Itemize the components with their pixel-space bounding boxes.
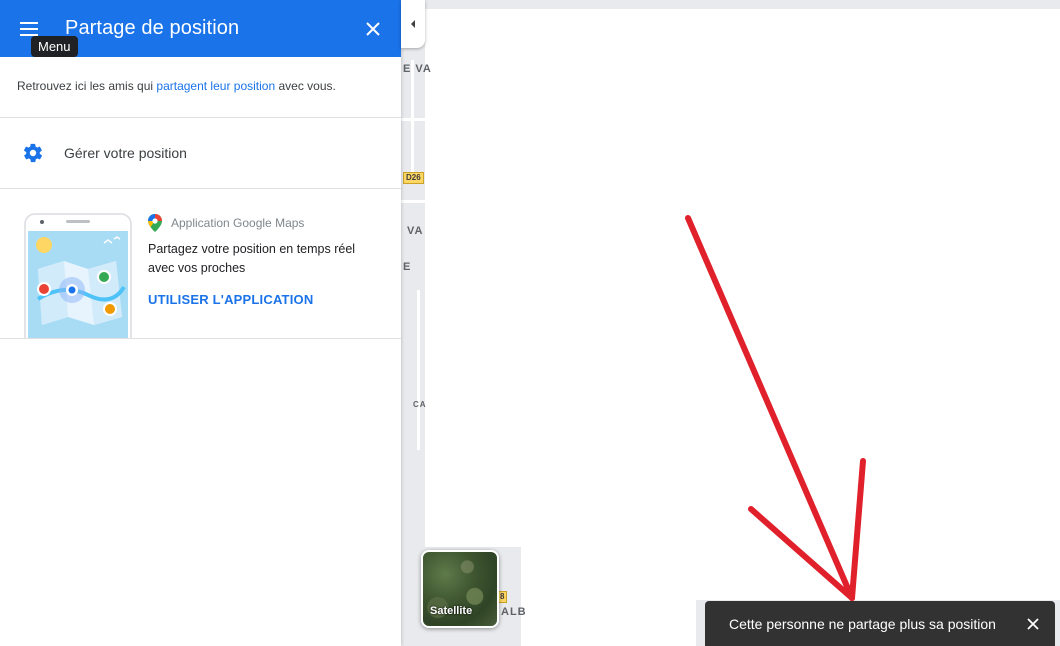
panel-header: Partage de position Menu [0, 0, 401, 57]
menu-tooltip: Menu [31, 36, 78, 57]
map-place-label: E VA [403, 63, 432, 75]
intro-text-before: Retrouvez ici les amis qui [17, 79, 157, 93]
manage-location-label: Gérer votre position [64, 145, 187, 161]
map-top-strip [425, 0, 1060, 9]
gear-icon [23, 143, 43, 163]
location-sharing-panel: Partage de position Menu Retrouvez ici l… [0, 0, 401, 646]
road-shield: D26 [403, 172, 424, 184]
map-canvas[interactable]: E VA VA E CA ALB D26 8 [401, 0, 1060, 646]
phone-map-illustration [24, 213, 132, 338]
satellite-label: Satellite [430, 605, 473, 617]
promo-description: Partagez votre position en temps réel av… [148, 242, 356, 275]
promo-app-row: Application Google Maps [148, 214, 304, 232]
intro-text: Retrouvez ici les amis qui partagent leu… [0, 57, 401, 118]
map-place-label: CA [413, 400, 427, 409]
snackbar-toast: Cette personne ne partage plus sa positi… [705, 601, 1055, 646]
hamburger-menu-icon [20, 21, 38, 36]
satellite-layer-button[interactable]: Satellite [421, 550, 499, 628]
map-place-label: VA [407, 225, 424, 237]
toast-close-button[interactable] [1011, 601, 1055, 646]
sharing-info-link[interactable]: partagent leur position [156, 79, 275, 93]
manage-location-item[interactable]: Gérer votre position [0, 118, 401, 189]
close-icon [1027, 617, 1039, 630]
app-promo-card: Application Google Maps Partagez votre p… [0, 189, 401, 339]
map-place-label: E [403, 261, 412, 273]
intro-text-after: avec vous. [275, 79, 336, 93]
panel-title: Partage de position [65, 17, 240, 39]
chevron-left-icon [411, 20, 415, 28]
close-panel-button[interactable] [345, 5, 401, 53]
toast-message: Cette personne ne partage plus sa positi… [729, 615, 996, 632]
close-icon [366, 21, 380, 36]
promo-app-name: Application Google Maps [171, 216, 305, 230]
collapse-panel-button[interactable] [401, 0, 425, 48]
map-place-label: ALB [501, 606, 527, 618]
google-maps-pin-icon [148, 214, 162, 232]
gear-icon-wrap [0, 142, 64, 164]
use-app-button[interactable]: UTILISER L'APPLICATION [148, 292, 313, 307]
